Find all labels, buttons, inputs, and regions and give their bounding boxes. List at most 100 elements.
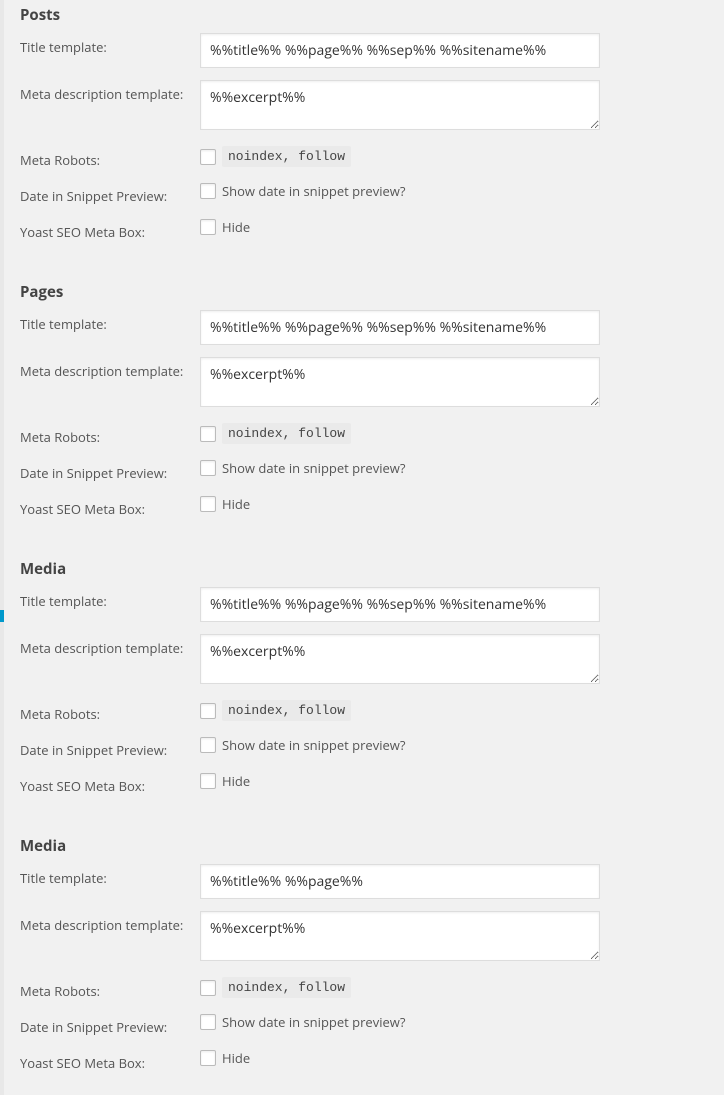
date-preview-text: Show date in snippet preview? (222, 736, 406, 754)
meta-box-text: Hide (222, 495, 250, 513)
date-preview-checkbox[interactable] (200, 737, 216, 753)
row-meta-robots: Meta Robots: noindex, follow (20, 146, 724, 170)
meta-robots-checkbox[interactable] (200, 980, 216, 996)
label-title-template: Title template: (20, 310, 200, 333)
label-date-preview: Date in Snippet Preview: (20, 1013, 200, 1036)
control-meta-robots: noindex, follow (200, 700, 724, 721)
row-meta-desc: Meta description template: %%excerpt%% (20, 911, 724, 965)
row-meta-box: Yoast SEO Meta Box: Hide (20, 1049, 724, 1073)
control-meta-box: Hide (200, 1049, 724, 1067)
meta-desc-textarea[interactable]: %%excerpt%% (200, 911, 600, 961)
row-meta-box: Yoast SEO Meta Box: Hide (20, 218, 724, 242)
control-meta-robots: noindex, follow (200, 977, 724, 998)
control-meta-robots: noindex, follow (200, 423, 724, 444)
meta-box-text: Hide (222, 218, 250, 236)
row-date-preview: Date in Snippet Preview: Show date in sn… (20, 459, 724, 483)
label-date-preview: Date in Snippet Preview: (20, 736, 200, 759)
row-meta-desc: Meta description template: %%excerpt%% (20, 80, 724, 134)
label-date-preview: Date in Snippet Preview: (20, 182, 200, 205)
date-preview-checkbox[interactable] (200, 1014, 216, 1030)
row-date-preview: Date in Snippet Preview: Show date in sn… (20, 182, 724, 206)
row-title-template: Title template: (20, 33, 724, 68)
control-meta-desc: %%excerpt%% (200, 634, 724, 688)
label-meta-robots: Meta Robots: (20, 146, 200, 169)
section-media-2: Media Title template: Meta description t… (20, 836, 724, 1073)
meta-robots-checkbox[interactable] (200, 703, 216, 719)
meta-box-checkbox[interactable] (200, 219, 216, 235)
title-template-input[interactable] (200, 33, 600, 68)
date-preview-text: Show date in snippet preview? (222, 182, 406, 200)
meta-robots-code: noindex, follow (222, 423, 351, 444)
label-title-template: Title template: (20, 587, 200, 610)
control-date-preview: Show date in snippet preview? (200, 459, 724, 477)
section-heading: Media (20, 559, 724, 579)
label-meta-desc: Meta description template: (20, 357, 200, 380)
label-meta-desc: Meta description template: (20, 80, 200, 103)
control-meta-desc: %%excerpt%% (200, 80, 724, 134)
date-preview-text: Show date in snippet preview? (222, 1013, 406, 1031)
title-template-input[interactable] (200, 587, 600, 622)
meta-robots-code: noindex, follow (222, 146, 351, 167)
meta-box-checkbox[interactable] (200, 1050, 216, 1066)
label-title-template: Title template: (20, 33, 200, 56)
row-meta-robots: Meta Robots: noindex, follow (20, 423, 724, 447)
control-title-template (200, 310, 724, 345)
label-meta-robots: Meta Robots: (20, 700, 200, 723)
control-meta-box: Hide (200, 495, 724, 513)
meta-box-text: Hide (222, 772, 250, 790)
row-meta-robots: Meta Robots: noindex, follow (20, 700, 724, 724)
row-title-template: Title template: (20, 587, 724, 622)
row-title-template: Title template: (20, 310, 724, 345)
title-template-input[interactable] (200, 310, 600, 345)
meta-desc-textarea[interactable]: %%excerpt%% (200, 357, 600, 407)
row-meta-robots: Meta Robots: noindex, follow (20, 977, 724, 1001)
section-pages: Pages Title template: Meta description t… (20, 282, 724, 519)
label-date-preview: Date in Snippet Preview: (20, 459, 200, 482)
row-date-preview: Date in Snippet Preview: Show date in sn… (20, 1013, 724, 1037)
label-meta-box: Yoast SEO Meta Box: (20, 218, 200, 241)
control-meta-robots: noindex, follow (200, 146, 724, 167)
meta-desc-textarea[interactable]: %%excerpt%% (200, 634, 600, 684)
meta-robots-checkbox[interactable] (200, 426, 216, 442)
row-meta-desc: Meta description template: %%excerpt%% (20, 357, 724, 411)
meta-robots-code: noindex, follow (222, 977, 351, 998)
meta-robots-code: noindex, follow (222, 700, 351, 721)
label-meta-desc: Meta description template: (20, 911, 200, 934)
meta-box-text: Hide (222, 1049, 250, 1067)
row-meta-box: Yoast SEO Meta Box: Hide (20, 495, 724, 519)
row-date-preview: Date in Snippet Preview: Show date in sn… (20, 736, 724, 760)
row-title-template: Title template: (20, 864, 724, 899)
control-meta-box: Hide (200, 218, 724, 236)
section-media: Media Title template: Meta description t… (20, 559, 724, 796)
section-heading: Posts (20, 5, 724, 25)
control-date-preview: Show date in snippet preview? (200, 182, 724, 200)
accent-marker (0, 610, 4, 622)
section-posts: Posts Title template: Meta description t… (20, 5, 724, 242)
settings-container: Posts Title template: Meta description t… (0, 0, 724, 1095)
control-meta-box: Hide (200, 772, 724, 790)
control-date-preview: Show date in snippet preview? (200, 736, 724, 754)
date-preview-text: Show date in snippet preview? (222, 459, 406, 477)
label-meta-robots: Meta Robots: (20, 977, 200, 1000)
label-meta-desc: Meta description template: (20, 634, 200, 657)
row-meta-desc: Meta description template: %%excerpt%% (20, 634, 724, 688)
control-meta-desc: %%excerpt%% (200, 911, 724, 965)
title-template-input[interactable] (200, 864, 600, 899)
date-preview-checkbox[interactable] (200, 460, 216, 476)
meta-box-checkbox[interactable] (200, 773, 216, 789)
section-heading: Media (20, 836, 724, 856)
label-meta-box: Yoast SEO Meta Box: (20, 495, 200, 518)
control-title-template (200, 33, 724, 68)
label-meta-box: Yoast SEO Meta Box: (20, 1049, 200, 1072)
row-meta-box: Yoast SEO Meta Box: Hide (20, 772, 724, 796)
label-meta-robots: Meta Robots: (20, 423, 200, 446)
control-date-preview: Show date in snippet preview? (200, 1013, 724, 1031)
label-meta-box: Yoast SEO Meta Box: (20, 772, 200, 795)
control-title-template (200, 864, 724, 899)
label-title-template: Title template: (20, 864, 200, 887)
control-title-template (200, 587, 724, 622)
date-preview-checkbox[interactable] (200, 183, 216, 199)
meta-robots-checkbox[interactable] (200, 149, 216, 165)
meta-box-checkbox[interactable] (200, 496, 216, 512)
meta-desc-textarea[interactable]: %%excerpt%% (200, 80, 600, 130)
